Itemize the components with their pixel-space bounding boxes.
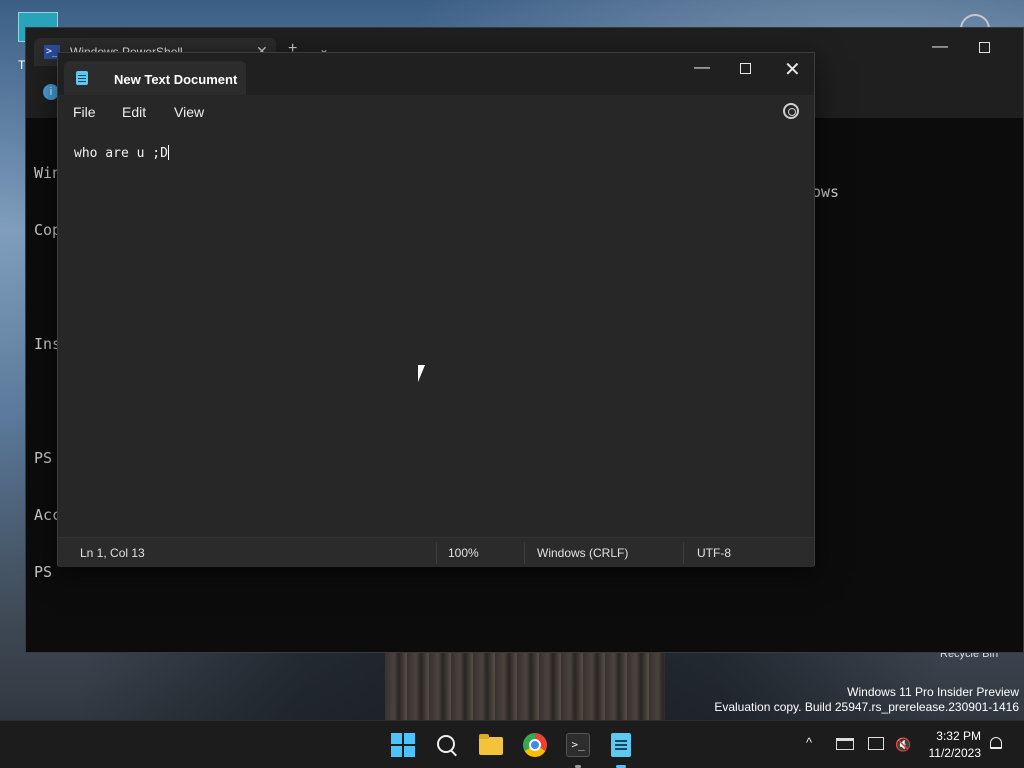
editor-content: who are u ;D: [74, 146, 168, 161]
notepad-titlebar[interactable]: New Text Document — ✕: [58, 53, 814, 95]
gear-icon[interactable]: [783, 103, 799, 119]
network-icon[interactable]: [836, 738, 854, 750]
watermark-line1: Windows 11 Pro Insider Preview: [847, 685, 1019, 699]
editor-content-wrap: who are u ;D: [74, 145, 169, 161]
eval-watermark: Windows 11 Pro Insider Preview Evaluatio…: [714, 685, 1019, 715]
menu-file[interactable]: File: [73, 104, 96, 120]
chevron-up-icon[interactable]: ^: [806, 735, 812, 750]
minimize-button[interactable]: —: [694, 59, 710, 77]
notepad-window: New Text Document — ✕ File Edit View who…: [57, 52, 815, 567]
status-divider: [524, 542, 525, 564]
clock-date[interactable]: 11/2/2023: [925, 746, 982, 760]
mouse-cursor-icon: [418, 365, 425, 382]
maximize-button[interactable]: [740, 63, 751, 74]
wallpaper-dock: [385, 652, 665, 722]
document-title: New Text Document: [114, 72, 238, 87]
status-bar: Ln 1, Col 13 100% Windows (CRLF) UTF-8: [58, 537, 814, 567]
text-editor[interactable]: who are u ;D: [58, 129, 814, 537]
search-icon[interactable]: [435, 733, 459, 757]
console-fragment: ows: [812, 183, 840, 201]
encoding[interactable]: UTF-8: [697, 546, 731, 560]
menu-bar: File Edit View: [58, 95, 814, 129]
notepad-tab[interactable]: New Text Document: [64, 61, 246, 95]
notepad-taskbar-icon[interactable]: [611, 733, 631, 757]
close-button[interactable]: ✕: [784, 57, 801, 82]
text-caret: [167, 145, 169, 160]
line-ending[interactable]: Windows (CRLF): [537, 546, 628, 560]
cursor-position: Ln 1, Col 13: [80, 546, 145, 560]
watermark-line2: Evaluation copy. Build 25947.rs_prerelea…: [714, 700, 1019, 714]
zoom-level[interactable]: 100%: [448, 546, 479, 560]
menu-edit[interactable]: Edit: [122, 104, 146, 120]
volume-muted-icon[interactable]: 🔇: [895, 737, 911, 753]
status-divider: [683, 542, 684, 564]
notepad-icon: [76, 71, 88, 85]
start-icon[interactable]: [391, 733, 415, 757]
display-icon[interactable]: [868, 737, 884, 750]
file-explorer-icon[interactable]: [479, 733, 503, 757]
minimize-button[interactable]: —: [932, 38, 948, 56]
clock-time[interactable]: 3:32 PM: [925, 729, 981, 743]
taskbar: >_ ^ 🔇 3:32 PM 11/2/2023: [0, 720, 1024, 768]
menu-view[interactable]: View: [174, 104, 204, 120]
chrome-icon[interactable]: [523, 733, 547, 757]
status-divider: [436, 542, 437, 564]
maximize-button[interactable]: [979, 42, 990, 53]
terminal-icon[interactable]: >_: [566, 733, 590, 757]
notification-bell-icon[interactable]: [990, 737, 1002, 749]
